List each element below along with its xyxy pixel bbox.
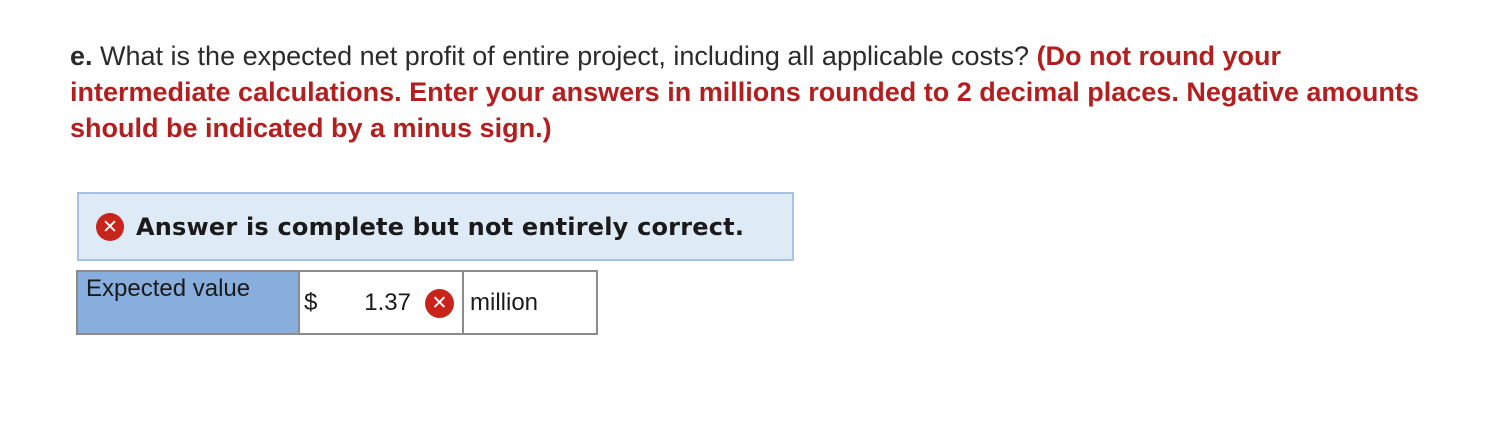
feedback-banner: ✕ Answer is complete but not entirely co… (77, 192, 794, 261)
answer-input[interactable]: $ 1.37 ✕ (300, 272, 464, 333)
x-circle-icon: ✕ (96, 212, 124, 241)
question-prompt: e. What is the expected net profit of en… (70, 38, 1430, 146)
currency-symbol: $ (304, 289, 318, 316)
incorrect-x-icon: ✕ (425, 289, 454, 318)
answer-label: Expected value (78, 272, 300, 333)
feedback-message: Answer is complete but not entirely corr… (136, 212, 745, 241)
answer-value: 1.37 (364, 289, 411, 316)
answer-unit: million (464, 272, 596, 333)
question-text: What is the expected net profit of entir… (92, 41, 1037, 71)
question-letter: e. (70, 41, 93, 71)
answer-row: Expected value $ 1.37 ✕ million (76, 270, 598, 335)
